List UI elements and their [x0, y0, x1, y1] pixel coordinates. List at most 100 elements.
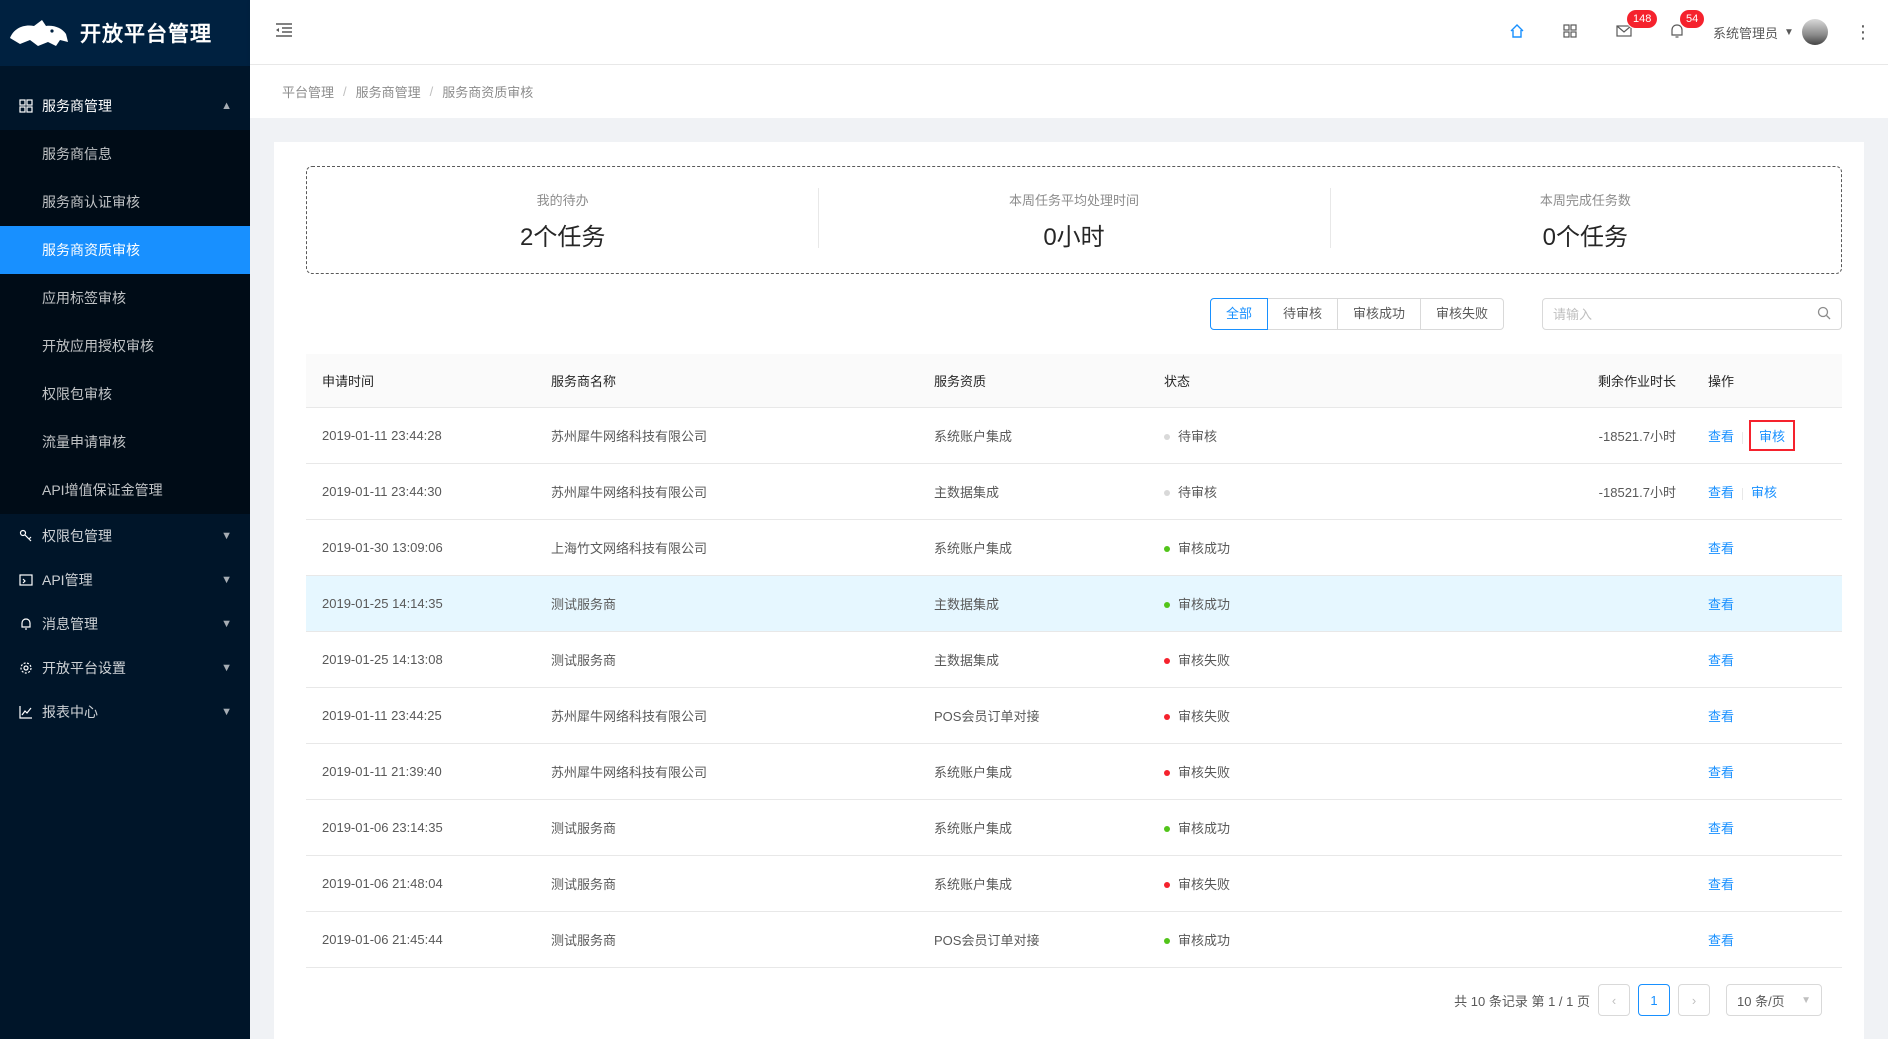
menu-group-provider[interactable]: 服务商管理 ▲: [0, 82, 250, 130]
bell-badge: 54: [1680, 10, 1705, 28]
page-size-value: 10 条/页: [1737, 993, 1785, 1009]
cell-actions: 查看 审核: [1692, 420, 1842, 451]
status-dot: [1164, 601, 1170, 608]
view-link[interactable]: 查看: [1708, 485, 1734, 500]
view-link[interactable]: 查看: [1708, 709, 1734, 724]
table-row[interactable]: 2019-01-25 14:14:35 测试服务商 主数据集成 审核成功 查看: [306, 576, 1842, 632]
cell-actions: 查看: [1692, 762, 1842, 781]
cell-qualification: 系统账户集成: [934, 429, 1013, 444]
cell-time: 2019-01-25 14:13:08: [322, 652, 443, 667]
table-row[interactable]: 2019-01-11 23:44:25 苏州犀牛网络科技有限公司 POS会员订单对接…: [306, 688, 1842, 744]
cell-qualification: 主数据集成: [934, 653, 1000, 668]
table-row[interactable]: 2019-01-30 13:09:06 上海竹文网络科技有限公司 系统账户集成 审核成…: [306, 520, 1842, 576]
logo[interactable]: 开放平台管理: [0, 0, 250, 66]
column-header: 剩余作业时长: [1597, 374, 1676, 389]
user-menu[interactable]: 系统管理员 ▼: [1713, 18, 1828, 46]
view-link[interactable]: 查看: [1708, 597, 1734, 612]
menu-group-api[interactable]: API管理 ▼: [0, 558, 250, 602]
menu-group-permission[interactable]: 权限包管理 ▼: [0, 514, 250, 558]
filter-success-button[interactable]: 审核成功: [1337, 298, 1422, 330]
table-row[interactable]: 2019-01-11 21:39:40 苏州犀牛网络科技有限公司 系统账户集成 审核失…: [306, 744, 1842, 800]
menu-group-label: API管理: [42, 572, 93, 588]
next-page-button[interactable]: ›: [1678, 984, 1710, 1016]
chevron-up-icon: ▲: [221, 100, 232, 112]
cell-status: 审核成功: [1148, 538, 1378, 557]
search-input[interactable]: [1553, 306, 1817, 322]
status-text: 审核成功: [1178, 541, 1231, 556]
bell-icon: [18, 616, 34, 632]
cell-provider-name: 上海竹文网络科技有限公司: [551, 541, 708, 556]
cell-actions: 查看: [1692, 594, 1842, 613]
action-divider: [1742, 487, 1744, 500]
stat-label: 我的待办: [536, 193, 589, 208]
cell-qualification: 系统账户集成: [934, 541, 1013, 556]
table-row[interactable]: 2019-01-25 14:13:08 测试服务商 主数据集成 审核失败 查看: [306, 632, 1842, 688]
appstore-icon[interactable]: [1561, 22, 1579, 40]
table-row[interactable]: 2019-01-06 21:48:04 测试服务商 系统账户集成 审核失败 查看: [306, 856, 1842, 912]
cell-provider-name: 苏州犀牛网络科技有限公司: [551, 709, 708, 724]
cell-provider-name: 苏州犀牛网络科技有限公司: [551, 429, 708, 444]
submenu-provider: 服务商信息 服务商认证审核 服务商资质审核 应用标签审核 开放应用授权审核 权限…: [0, 130, 250, 514]
table-row[interactable]: 2019-01-11 23:44:28 苏州犀牛网络科技有限公司 系统账户集成 待审核…: [306, 408, 1842, 464]
status-dot: [1164, 433, 1170, 440]
search-icon[interactable]: [1817, 306, 1831, 323]
table-row[interactable]: 2019-01-11 23:44:30 苏州犀牛网络科技有限公司 主数据集成 待审核 -…: [306, 464, 1842, 520]
menu-group-label: 权限包管理: [42, 528, 112, 544]
sidebar-item-cert-review[interactable]: 服务商认证审核: [0, 178, 250, 226]
cell-provider-name: 测试服务商: [551, 597, 617, 612]
sidebar-item-permission-review[interactable]: 权限包审核: [0, 370, 250, 418]
view-link[interactable]: 查看: [1708, 933, 1734, 948]
more-vertical-icon[interactable]: ⋮: [1854, 20, 1872, 44]
cell-actions: 查看 审核: [1692, 482, 1842, 501]
view-link[interactable]: 查看: [1708, 877, 1734, 892]
cell-actions: 查看: [1692, 818, 1842, 837]
table-row[interactable]: 2019-01-06 23:14:35 测试服务商 系统账户集成 审核成功 查看: [306, 800, 1842, 856]
stat-my-todo: 我的待办 2个任务: [307, 188, 818, 252]
notification-bell-icon[interactable]: 54: [1668, 10, 1705, 40]
cell-qualification: 主数据集成: [934, 597, 1000, 612]
review-link[interactable]: 审核: [1751, 485, 1777, 500]
view-link[interactable]: 查看: [1708, 765, 1734, 780]
status-text: 审核失败: [1178, 765, 1231, 780]
breadcrumb-item[interactable]: 平台管理: [282, 82, 334, 101]
view-link[interactable]: 查看: [1708, 821, 1734, 836]
api-icon: [18, 572, 34, 588]
cell-status: 审核成功: [1148, 594, 1378, 613]
sidebar-item-provider-info[interactable]: 服务商信息: [0, 130, 250, 178]
cell-actions: 查看: [1692, 930, 1842, 949]
menu-group-label: 报表中心: [42, 704, 98, 720]
filter-fail-button[interactable]: 审核失败: [1420, 298, 1505, 330]
view-link[interactable]: 查看: [1708, 653, 1734, 668]
menu-fold-icon[interactable]: [274, 20, 294, 40]
stat-label: 本周任务平均处理时间: [1008, 193, 1139, 208]
prev-page-button[interactable]: ‹: [1598, 984, 1630, 1016]
chevron-down-icon: ▼: [1801, 994, 1811, 1006]
menu-group-settings[interactable]: 开放平台设置 ▼: [0, 646, 250, 690]
view-link[interactable]: 查看: [1708, 541, 1734, 556]
filter-pending-button[interactable]: 待审核: [1267, 298, 1339, 330]
cell-time: 2019-01-30 13:09:06: [322, 540, 443, 555]
home-icon[interactable]: [1508, 22, 1526, 40]
page-size-select[interactable]: 10 条/页 ▼: [1726, 984, 1822, 1016]
table-row[interactable]: 2019-01-06 21:45:44 测试服务商 POS会员订单对接 审核成功 查看: [306, 912, 1842, 968]
breadcrumb-item[interactable]: 服务商管理: [356, 82, 421, 101]
sidebar-item-auth-review[interactable]: 开放应用授权审核: [0, 322, 250, 370]
menu-group-reports[interactable]: 报表中心 ▼: [0, 690, 250, 734]
status-dot: [1164, 489, 1170, 496]
cell-provider-name: 测试服务商: [551, 877, 617, 892]
stat-value: 0个任务: [1542, 224, 1628, 251]
review-link[interactable]: 审核: [1759, 429, 1785, 444]
sidebar-item-traffic-review[interactable]: 流量申请审核: [0, 418, 250, 466]
menu-group-message[interactable]: 消息管理 ▼: [0, 602, 250, 646]
filter-all-button[interactable]: 全部: [1210, 298, 1269, 330]
mail-icon[interactable]: 148: [1615, 10, 1658, 40]
sidebar-item-qualification-review[interactable]: 服务商资质审核: [0, 226, 250, 274]
column-header: 操作: [1708, 374, 1735, 389]
chevron-down-icon: ▼: [1784, 26, 1794, 38]
sidebar-item-api-deposit[interactable]: API增值保证金管理: [0, 466, 250, 514]
chevron-down-icon: ▼: [221, 662, 232, 674]
cell-time: 2019-01-11 23:44:25: [322, 708, 442, 723]
view-link[interactable]: 查看: [1708, 429, 1734, 444]
page-number-button[interactable]: 1: [1638, 984, 1670, 1016]
sidebar-item-tag-review[interactable]: 应用标签审核: [0, 274, 250, 322]
